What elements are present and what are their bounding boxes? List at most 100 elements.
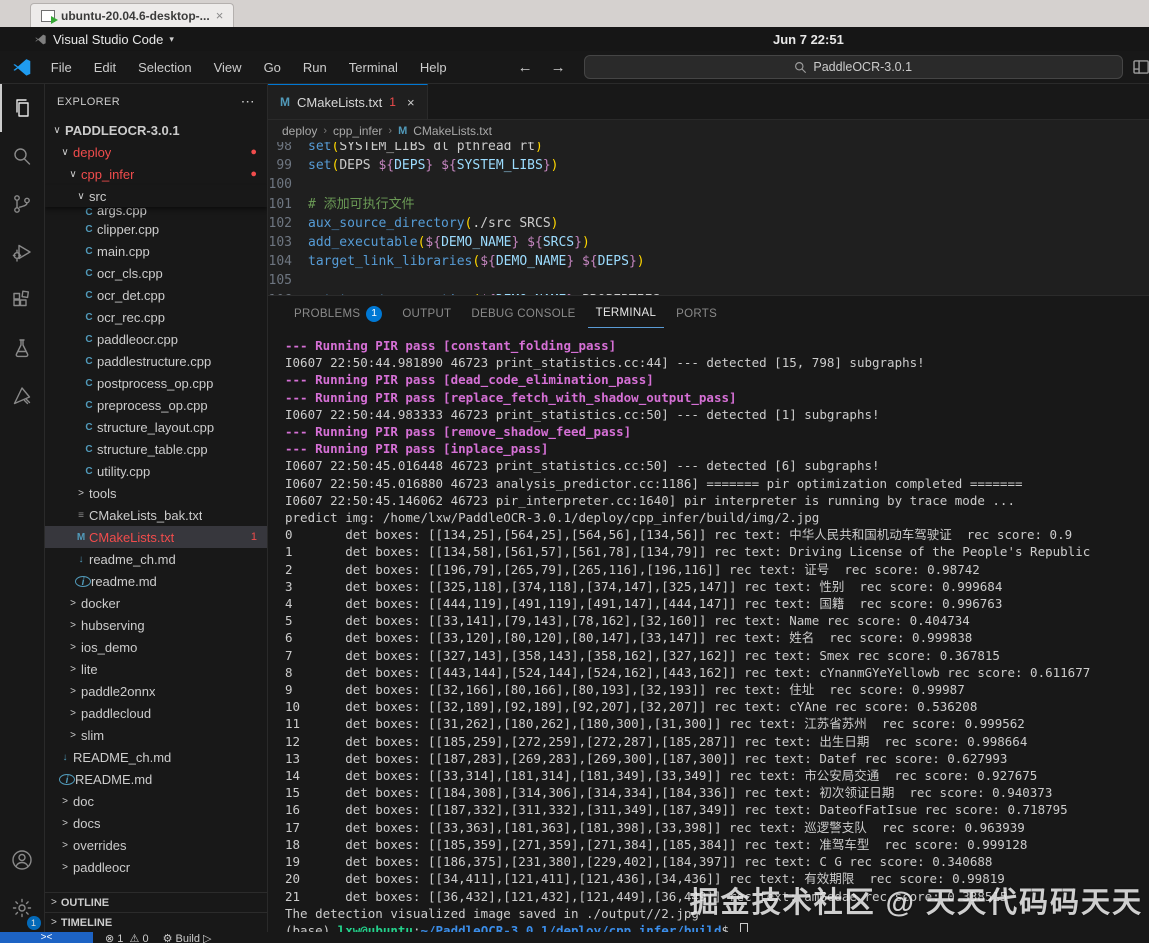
tab-cmakelists[interactable]: M CMakeLists.txt 1 × [268, 84, 428, 119]
tree-item-readme.md[interactable]: ireadme.md [45, 570, 267, 592]
vm-tab-close-icon[interactable]: × [216, 8, 224, 23]
search-sidebar-icon[interactable] [0, 132, 45, 180]
breadcrumb-item[interactable]: CMakeLists.txt [413, 124, 492, 138]
menu-item-run[interactable]: Run [294, 56, 336, 79]
menu-item-edit[interactable]: Edit [85, 56, 125, 79]
clock[interactable]: Jun 7 22:51 [773, 32, 844, 47]
tree-item-tools[interactable]: >tools [45, 482, 267, 504]
tree-item-paddlecloud[interactable]: >paddlecloud [45, 702, 267, 724]
terminal-line: 13 det boxes: [[187,283],[269,283],[269,… [285, 750, 1149, 767]
tree-item-paddleocr-3.0.1[interactable]: ∨PADDLEOCR-3.0.1 [45, 119, 267, 141]
tree-item-paddleocr.cpp[interactable]: Cpaddleocr.cpp [45, 328, 267, 350]
command-center-search[interactable]: PaddleOCR-3.0.1 [584, 55, 1123, 79]
run-debug-icon[interactable] [0, 228, 45, 276]
testing-icon[interactable] [0, 324, 45, 372]
tree-item-readme_ch.md[interactable]: ↓readme_ch.md [45, 548, 267, 570]
cpp-file-icon: C [81, 422, 97, 433]
tree-caret-icon: > [65, 620, 81, 631]
tree-item-postprocess_op.cpp[interactable]: Cpostprocess_op.cpp [45, 372, 267, 394]
panel-tab-ports[interactable]: PORTS [668, 300, 725, 328]
tree-item-docker[interactable]: >docker [45, 592, 267, 614]
tree-item-cpp_infer[interactable]: ∨cpp_infer● [45, 163, 267, 185]
menu-item-selection[interactable]: Selection [129, 56, 200, 79]
tree-item-clipper.cpp[interactable]: Cclipper.cpp [45, 218, 267, 240]
tree-item-label: args.cpp [97, 207, 147, 218]
tree-item-paddle2onnx[interactable]: >paddle2onnx [45, 680, 267, 702]
menu-item-terminal[interactable]: Terminal [340, 56, 407, 79]
tree-item-deploy[interactable]: ∨deploy● [45, 141, 267, 163]
tree-item-readme_ch.md[interactable]: ↓README_ch.md [45, 746, 267, 768]
tree-item-paddlestructure.cpp[interactable]: Cpaddlestructure.cpp [45, 350, 267, 372]
remote-indicator[interactable]: >< [0, 932, 93, 943]
account-icon[interactable] [0, 836, 45, 884]
tree-item-cmakelists.txt[interactable]: MCMakeLists.txt1 [45, 526, 267, 548]
breadcrumb-item[interactable]: cpp_infer [333, 124, 382, 138]
code-text: set(DEPS ${DEPS} ${SYSTEM_LIBS}) [308, 156, 558, 175]
tree-caret-icon: > [65, 730, 81, 741]
tree-item-hubserving[interactable]: >hubserving [45, 614, 267, 636]
build-button[interactable]: ⚙ Build ▷ [163, 932, 212, 943]
tree-item-label: paddle2onnx [81, 684, 155, 699]
explorer-more-icon[interactable]: ⋯ [241, 93, 255, 110]
menu-item-help[interactable]: Help [411, 56, 456, 79]
menu-item-file[interactable]: File [42, 56, 81, 79]
tree-item-ocr_det.cpp[interactable]: Cocr_det.cpp [45, 284, 267, 306]
info-file-icon: i [75, 576, 91, 587]
tree-item-ios_demo[interactable]: >ios_demo [45, 636, 267, 658]
tree-item-label: README_ch.md [73, 750, 171, 765]
tree-item-utility.cpp[interactable]: Cutility.cpp [45, 460, 267, 482]
tree-item-readme.md[interactable]: iREADME.md [45, 768, 267, 790]
tree-item-ocr_cls.cpp[interactable]: Cocr_cls.cpp [45, 262, 267, 284]
tree-item-ocr_rec.cpp[interactable]: Cocr_rec.cpp [45, 306, 267, 328]
tree-item-label: ocr_cls.cpp [97, 266, 163, 281]
settings-gear-icon[interactable]: 1 [0, 884, 45, 932]
tree-item-preprocess_op.cpp[interactable]: Cpreprocess_op.cpp [45, 394, 267, 416]
status-bar: >< ⊗ 1 ⚠ 0 ⚙ Build ▷ [0, 932, 1149, 943]
panel-tab-debug-console[interactable]: DEBUG CONSOLE [463, 300, 583, 328]
panel-tab-label: DEBUG CONSOLE [471, 308, 575, 320]
code-text: add_executable(${DEMO_NAME} ${SRCS}) [308, 233, 590, 252]
app-menu[interactable]: Visual Studio Code ▾ [34, 32, 174, 47]
timeline-section[interactable]: >TIMELINE [45, 912, 267, 932]
extensions-icon[interactable] [0, 276, 45, 324]
menu-item-go[interactable]: Go [255, 56, 290, 79]
layout-toggle-icon[interactable] [1133, 58, 1149, 76]
line-number: 100 [268, 175, 308, 194]
settings-badge: 1 [27, 916, 41, 930]
tree-item-overrides[interactable]: >overrides [45, 834, 267, 856]
tree-item-cmakelists_bak.txt[interactable]: ≡CMakeLists_bak.txt [45, 504, 267, 526]
outline-section[interactable]: >OUTLINE [45, 892, 267, 912]
tree-item-structure_table.cpp[interactable]: Cstructure_table.cpp [45, 438, 267, 460]
breadcrumb-item[interactable]: deploy [282, 124, 317, 138]
tree-item-slim[interactable]: >slim [45, 724, 267, 746]
source-control-icon[interactable] [0, 180, 45, 228]
panel-tab-output[interactable]: OUTPUT [394, 300, 459, 328]
panel-tab-terminal[interactable]: TERMINAL [588, 299, 665, 328]
tab-close-icon[interactable]: × [407, 95, 415, 110]
vscode-logo-icon [12, 56, 32, 78]
nav-back-icon[interactable]: ← [518, 59, 533, 76]
error-count[interactable]: ⊗ 1 ⚠ 0 [105, 932, 149, 943]
terminal-line: 17 det boxes: [[33,363],[181,363],[181,3… [285, 819, 1149, 836]
nav-forward-icon[interactable]: → [551, 59, 566, 76]
cmake-tools-icon[interactable] [0, 372, 45, 420]
terminal-line: --- Running PIR pass [inplace_pass] [285, 440, 1149, 457]
tree-item-docs[interactable]: >docs [45, 812, 267, 834]
tree-item-structure_layout.cpp[interactable]: Cstructure_layout.cpp [45, 416, 267, 438]
tree-item-lite[interactable]: >lite [45, 658, 267, 680]
tree-item-main.cpp[interactable]: Cmain.cpp [45, 240, 267, 262]
menu-item-view[interactable]: View [205, 56, 251, 79]
tree-item-src[interactable]: ∨src [45, 185, 267, 207]
terminal[interactable]: --- Running PIR pass [constant_folding_p… [268, 331, 1149, 932]
code-line: 98set(SYSTEM_LIBS dl pthread rt) [268, 142, 1149, 156]
code-editor[interactable]: 98set(SYSTEM_LIBS dl pthread rt)99set(DE… [268, 142, 1149, 295]
explorer-icon[interactable] [0, 84, 45, 132]
vm-tab[interactable]: ubuntu-20.04.6-desktop-... × [30, 3, 234, 27]
breadcrumb[interactable]: deploy›cpp_infer›MCMakeLists.txt [268, 120, 1149, 142]
terminal-line: ○(base) lxw@ubuntu:~/PaddleOCR-3.0.1/dep… [285, 922, 1149, 932]
line-number: 99 [268, 156, 308, 175]
panel-tab-problems[interactable]: PROBLEMS1 [286, 298, 390, 330]
tree-item-args.cpp[interactable]: Cargs.cpp [45, 207, 267, 218]
tree-item-doc[interactable]: >doc [45, 790, 267, 812]
tree-item-paddleocr[interactable]: >paddleocr [45, 856, 267, 878]
